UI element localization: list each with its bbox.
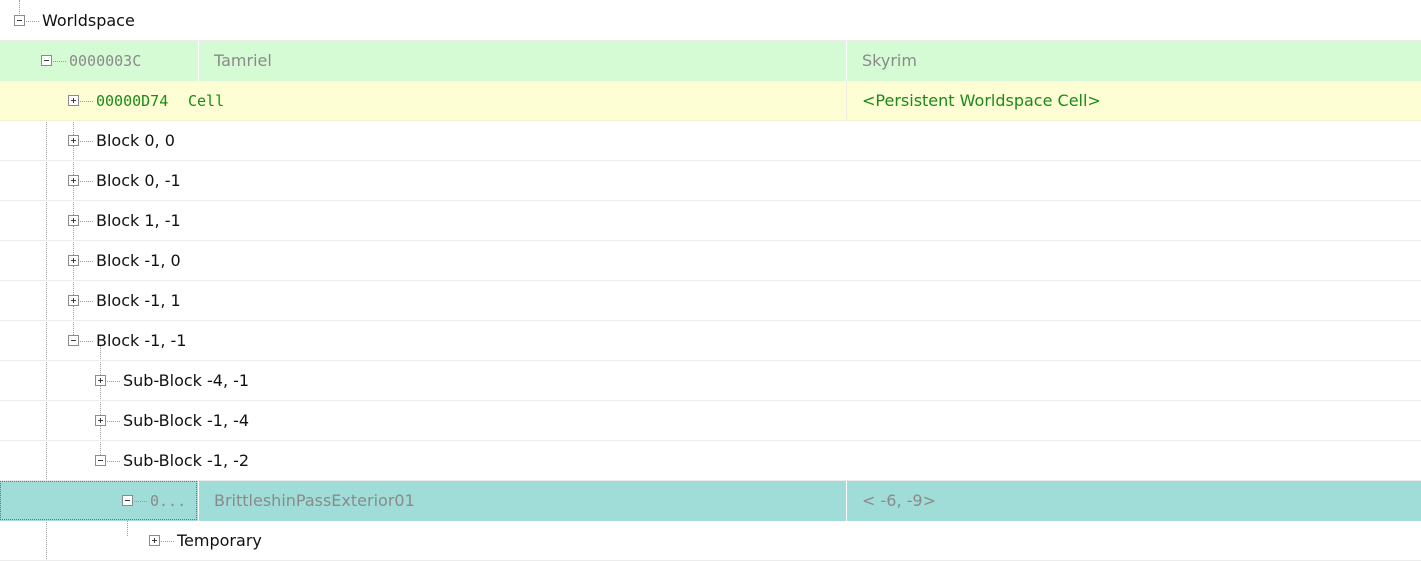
sub-block-label: Sub-Block -1, -2 [123,451,250,470]
tree-row-persistent-cell[interactable]: 00000D74 Cell <Persistent Worldspace Cel… [0,81,1421,121]
record-type: Cell [188,92,225,110]
tree-connector [107,381,120,382]
editor-id: BrittleshinPassExterior01 [214,491,415,510]
tree-connector [80,181,93,182]
expand-icon[interactable] [68,255,79,266]
tree-row-temporary[interactable]: Temporary [0,521,1421,561]
expand-icon[interactable] [68,175,79,186]
tree-connector [107,461,120,462]
tree-row-block[interactable]: Block -1, 1 [0,281,1421,321]
record-name: Skyrim [862,51,917,70]
tree-connector [107,421,120,422]
expand-icon[interactable] [68,95,79,106]
tree-connector [80,341,93,342]
tree-row-block[interactable]: Block -1, 0 [0,241,1421,281]
tree-row-block-expanded[interactable]: Block -1, -1 [0,321,1421,361]
sub-block-label: Sub-Block -4, -1 [123,371,250,390]
record-tree-view: Worldspace 0000003C Tamriel Skyrim 00000… [0,0,1421,561]
tree-connector [134,501,147,502]
collapse-icon[interactable] [68,335,79,346]
tree-connector [161,541,174,542]
collapse-icon[interactable] [95,455,106,466]
worldspace-group-label: Worldspace [42,11,135,30]
tree-row-sub-block[interactable]: Sub-Block -4, -1 [0,361,1421,401]
column-separator [198,481,199,521]
collapse-icon[interactable] [14,15,25,26]
expand-icon[interactable] [149,535,160,546]
tree-row-worldspace-tamriel[interactable]: 0000003C Tamriel Skyrim [0,41,1421,81]
cell-grid-coordinates: < -6, -9> [862,491,936,510]
column-separator [198,41,199,81]
tree-connector [80,101,93,102]
tree-connector [26,21,39,22]
sub-block-label: Sub-Block -1, -4 [123,411,250,430]
tree-connector [80,221,93,222]
block-label: Block 0, 0 [96,131,175,150]
tree-connector [80,261,93,262]
expand-icon[interactable] [68,295,79,306]
tree-row-sub-block[interactable]: Sub-Block -1, -4 [0,401,1421,441]
form-id: 00000D74 [96,92,169,110]
column-separator [846,81,847,121]
tree-row-selected-cell[interactable]: 0... BrittleshinPassExterior01 < -6, -9> [0,481,1421,521]
editor-id: Tamriel [214,51,272,70]
record-name: <Persistent Worldspace Cell> [862,91,1101,110]
collapse-icon[interactable] [122,495,133,506]
block-label: Block -1, -1 [96,331,187,350]
temporary-group-label: Temporary [177,531,262,550]
expand-icon[interactable] [95,415,106,426]
tree-row-block[interactable]: Block 0, -1 [0,161,1421,201]
expand-icon[interactable] [68,215,79,226]
expand-icon[interactable] [68,135,79,146]
collapse-icon[interactable] [41,55,52,66]
form-id-truncated: 0... [150,492,187,510]
tree-row-block[interactable]: Block 0, 0 [0,121,1421,161]
expand-icon[interactable] [95,375,106,386]
column-separator [846,481,847,521]
tree-row-worldspace-group[interactable]: Worldspace [0,0,1421,41]
block-label: Block 1, -1 [96,211,181,230]
block-label: Block 0, -1 [96,171,181,190]
tree-row-block[interactable]: Block 1, -1 [0,201,1421,241]
column-separator [846,41,847,81]
tree-connector [53,61,66,62]
block-label: Block -1, 1 [96,291,181,310]
tree-connector [80,301,93,302]
tree-connector [80,141,93,142]
block-label: Block -1, 0 [96,251,181,270]
tree-row-sub-block-expanded[interactable]: Sub-Block -1, -2 [0,441,1421,481]
form-id: 0000003C [69,52,142,70]
